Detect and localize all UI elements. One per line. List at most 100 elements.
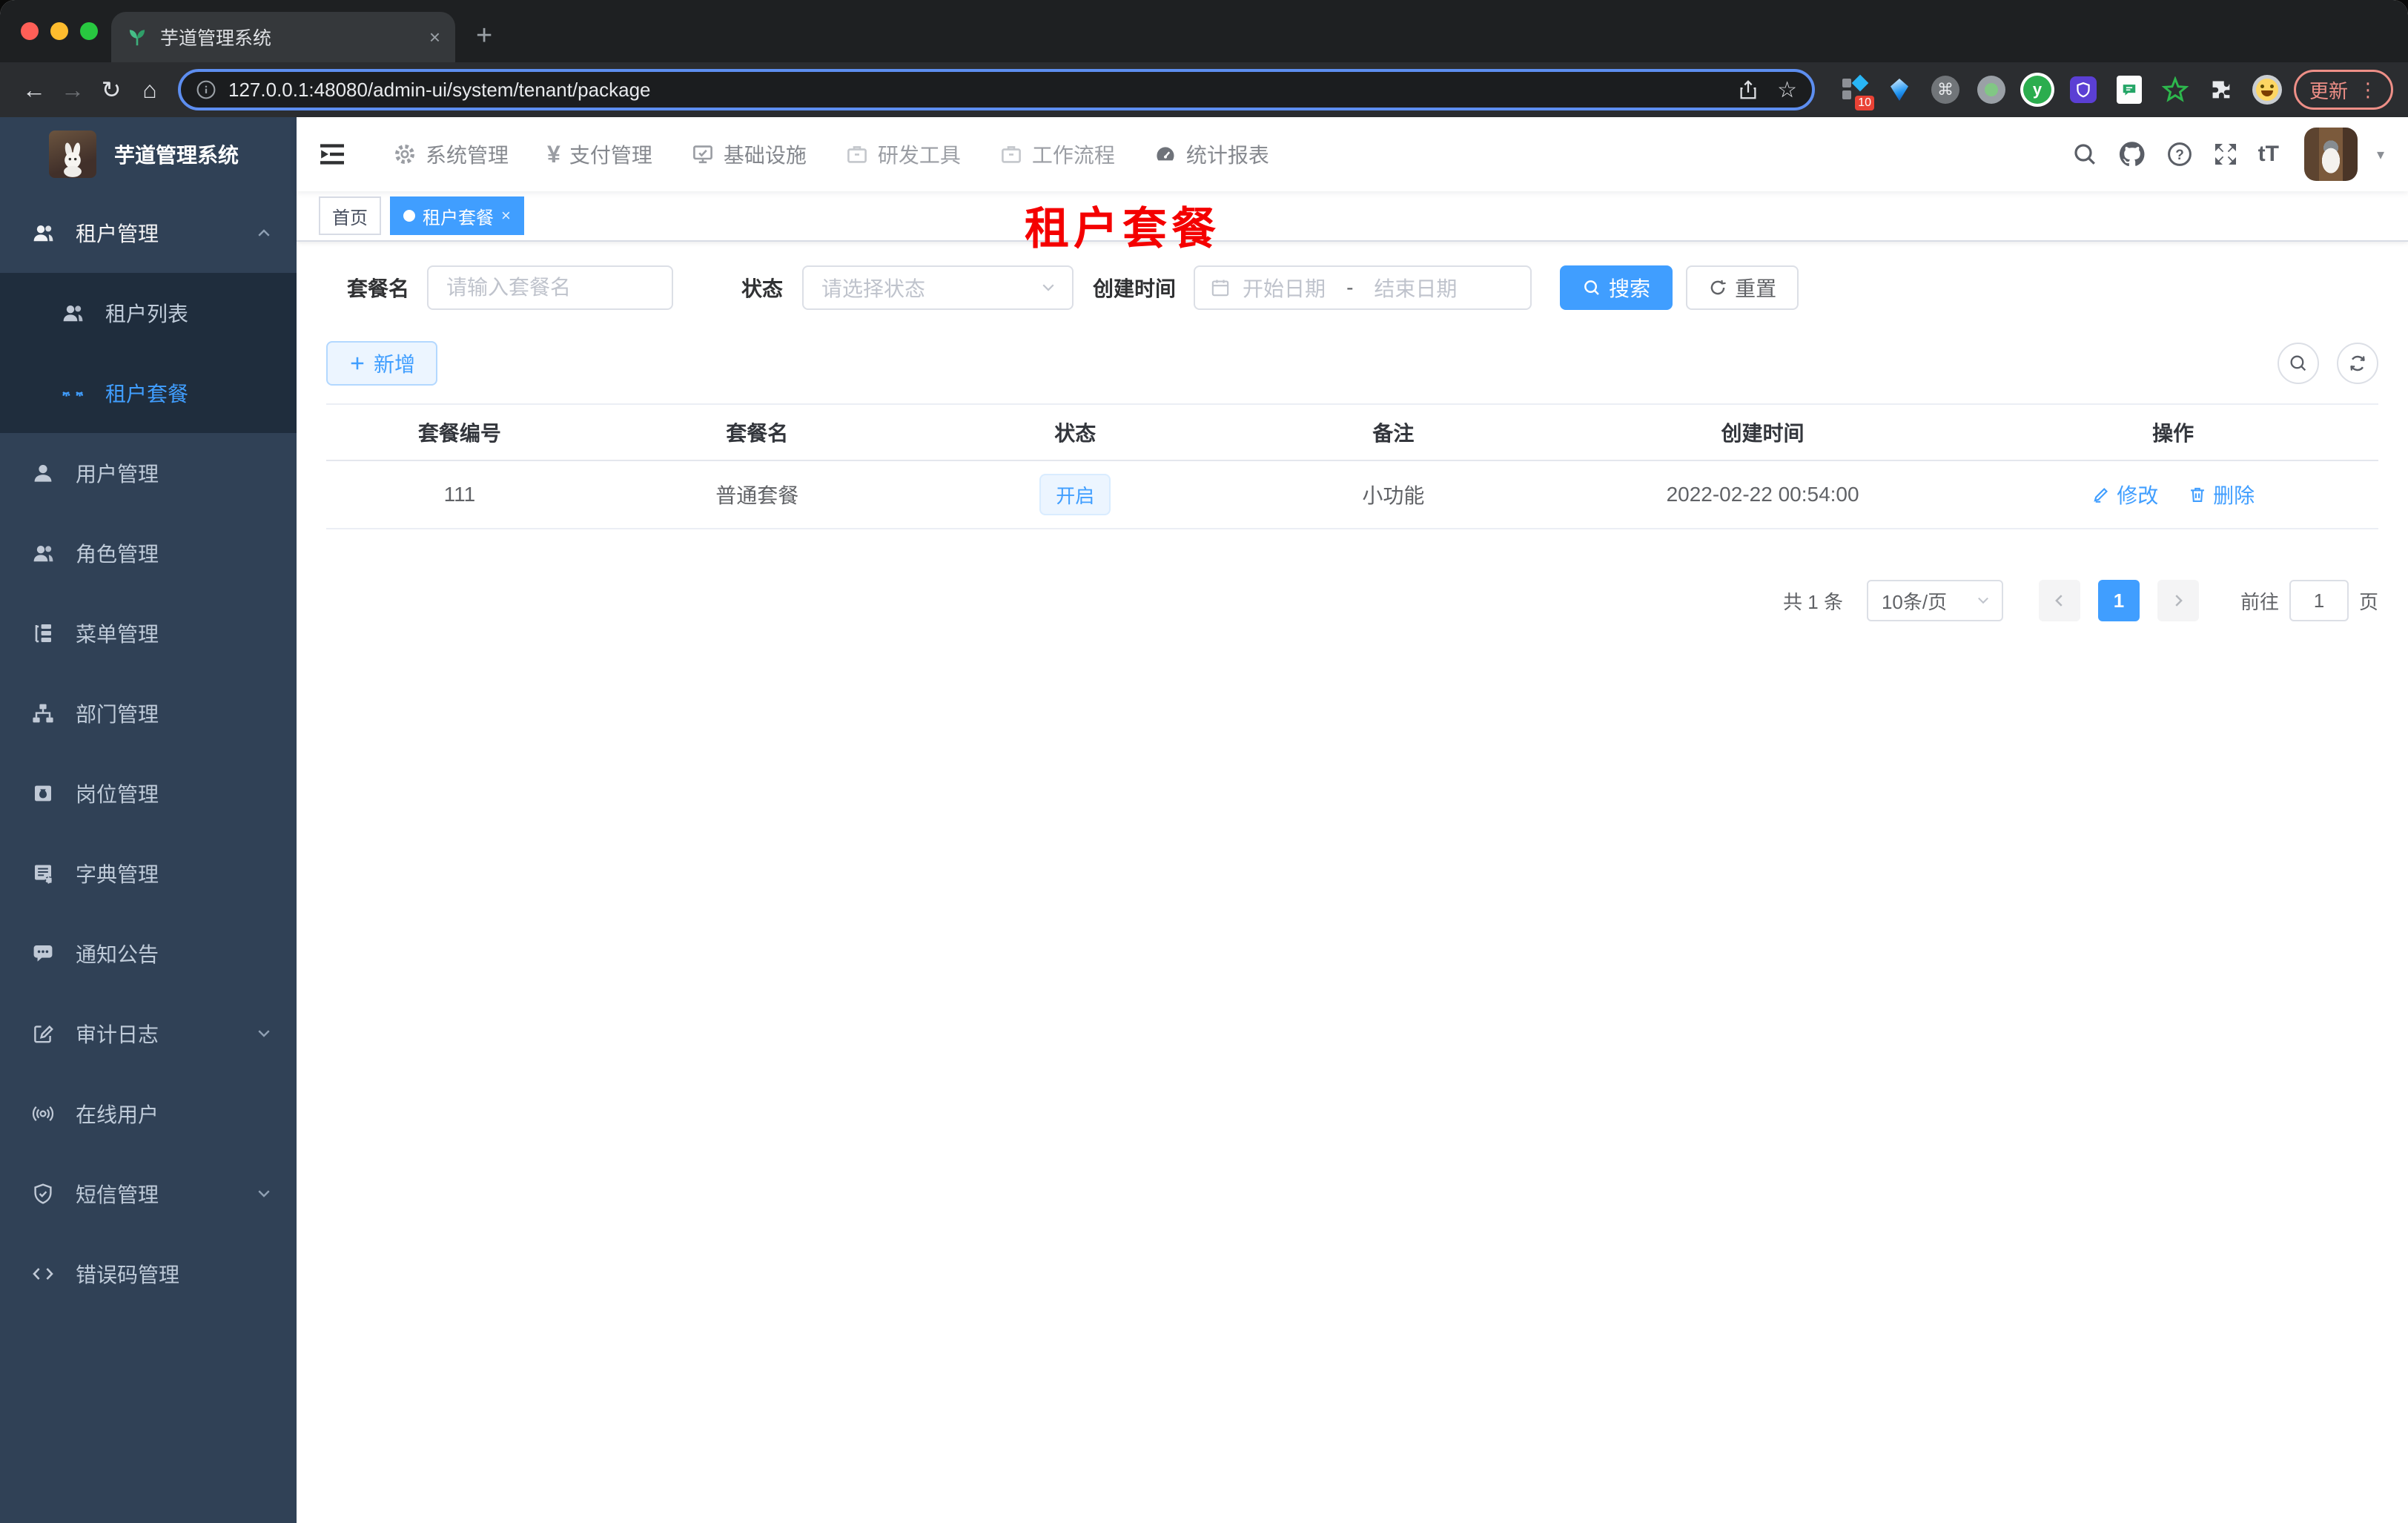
date-end-placeholder[interactable]: 结束日期 xyxy=(1374,273,1457,303)
date-start-placeholder[interactable]: 开始日期 xyxy=(1243,273,1326,303)
sidebar-item-tenant-management[interactable]: 租户管理 xyxy=(0,193,297,273)
extension-shield-icon[interactable] xyxy=(2068,75,2098,105)
sidebar-item-user-management[interactable]: 用户管理 xyxy=(0,433,297,513)
back-button[interactable]: ← xyxy=(15,76,53,104)
sidebar-item-notice[interactable]: 通知公告 xyxy=(0,914,297,994)
add-button[interactable]: 新增 xyxy=(326,341,438,386)
status-badge: 开启 xyxy=(1039,474,1111,515)
collapse-sidebar-icon[interactable] xyxy=(317,139,347,169)
topnav-item-infra[interactable]: 基础设施 xyxy=(672,117,826,191)
chrome-menu-icon[interactable]: ⋮ xyxy=(2358,79,2378,102)
user-avatar[interactable] xyxy=(2303,128,2358,181)
col-header: 操作 xyxy=(1968,403,2378,461)
extension-grid-icon[interactable]: 10 xyxy=(1839,74,1874,110)
profile-emoji-icon[interactable] xyxy=(2252,75,2282,105)
chrome-update-button[interactable]: 更新 ⋮ xyxy=(2293,70,2393,110)
url-bar[interactable]: 127.0.0.1:48080/admin-ui/system/tenant/p… xyxy=(178,69,1815,110)
tag-tenant-package[interactable]: 租户套餐 × xyxy=(390,196,524,235)
new-tab-button[interactable]: + xyxy=(476,20,492,52)
extension-gem-icon[interactable] xyxy=(1885,75,1914,105)
minimize-window-button[interactable] xyxy=(50,22,68,40)
edit-link[interactable]: 修改 xyxy=(2091,480,2158,509)
topnav-item-payment[interactable]: ¥ 支付管理 xyxy=(528,117,672,191)
extension-dot-icon[interactable] xyxy=(1977,75,2006,105)
help-icon[interactable]: ? xyxy=(2166,141,2193,168)
home-button[interactable]: ⌂ xyxy=(130,76,169,104)
sidebar-item-tenant-list[interactable]: 租户列表 xyxy=(0,273,297,353)
search-icon[interactable] xyxy=(2071,141,2098,168)
next-page-button[interactable] xyxy=(2157,580,2199,621)
update-label: 更新 xyxy=(2309,79,2348,102)
search-icon xyxy=(2290,355,2306,371)
github-icon[interactable] xyxy=(2117,139,2147,169)
extension-command-icon[interactable]: ⌘ xyxy=(1931,75,1960,105)
package-name-input[interactable] xyxy=(427,265,674,310)
sidebar-item-online-users[interactable]: 在线用户 xyxy=(0,1074,297,1154)
sidebar: 芋道管理系统 租户管理 租户列表 租户套餐 用户管理 角色管理 菜单管理 部门管… xyxy=(0,117,297,1523)
date-range-picker[interactable]: 开始日期 - 结束日期 xyxy=(1194,265,1532,310)
edit-label: 修改 xyxy=(2117,484,2159,507)
status-select[interactable]: 请选择状态 xyxy=(802,265,1074,310)
table-row[interactable]: 111 普通套餐 开启 小功能 2022-02-22 00:54:00 修改 删… xyxy=(326,460,2378,529)
people-icon xyxy=(31,541,55,565)
cell-created-at: 2022-02-22 00:54:00 xyxy=(1557,460,1968,529)
topnav-item-system[interactable]: 系统管理 xyxy=(374,117,528,191)
refresh-table-button[interactable] xyxy=(2337,343,2378,384)
topnav-label: 系统管理 xyxy=(426,144,509,167)
sidebar-item-error-code[interactable]: 错误码管理 xyxy=(0,1234,297,1314)
toolbox-icon xyxy=(845,142,869,166)
tag-close-icon[interactable]: × xyxy=(501,206,511,225)
extension-badge: 10 xyxy=(1855,96,1874,110)
macos-traffic-lights[interactable] xyxy=(21,22,98,40)
goto-page-input[interactable] xyxy=(2289,580,2349,621)
favicon-sprout-icon xyxy=(126,26,148,48)
zoom-window-button[interactable] xyxy=(80,22,98,40)
url-text[interactable]: 127.0.0.1:48080/admin-ui/system/tenant/p… xyxy=(228,79,1725,102)
fullscreen-icon[interactable] xyxy=(2212,141,2239,168)
sidebar-item-post-management[interactable]: 岗位管理 xyxy=(0,753,297,833)
extension-y-icon[interactable]: y xyxy=(2022,75,2052,105)
extension-chat-icon[interactable] xyxy=(2114,75,2144,105)
chevron-down-icon xyxy=(1042,284,1054,291)
active-dot xyxy=(403,210,415,222)
sidebar-item-tenant-package[interactable]: 租户套餐 xyxy=(0,353,297,433)
edit-note-icon xyxy=(31,1022,55,1045)
col-header: 备注 xyxy=(1228,403,1558,461)
share-icon[interactable] xyxy=(1737,79,1759,101)
search-button[interactable]: 搜索 xyxy=(1560,265,1673,310)
topnav-item-workflow[interactable]: 工作流程 xyxy=(980,117,1134,191)
sidebar-item-role-management[interactable]: 角色管理 xyxy=(0,513,297,593)
sidebar-item-label: 菜单管理 xyxy=(76,623,159,646)
page-content: 套餐名 状态 请选择状态 创建时间 开始日期 - 结束日期 xyxy=(297,242,2408,1523)
tab-close-icon[interactable]: × xyxy=(429,26,440,49)
sidebar-item-sms-management[interactable]: 短信管理 xyxy=(0,1154,297,1234)
col-header: 创建时间 xyxy=(1557,403,1968,461)
chevron-right-icon xyxy=(2175,595,2183,607)
current-page-button[interactable]: 1 xyxy=(2097,580,2140,621)
reset-button[interactable]: 重置 xyxy=(1686,265,1799,310)
font-size-icon[interactable]: tT xyxy=(2258,142,2279,167)
topnav-item-devtools[interactable]: 研发工具 xyxy=(826,117,980,191)
tag-home[interactable]: 首页 xyxy=(319,196,381,235)
sidebar-item-audit-log[interactable]: 审计日志 xyxy=(0,994,297,1074)
browser-tab[interactable]: 芋道管理系统 × xyxy=(111,12,455,62)
sidebar-item-dict-management[interactable]: 字典管理 xyxy=(0,833,297,914)
close-window-button[interactable] xyxy=(21,22,39,40)
sidebar-item-dept-management[interactable]: 部门管理 xyxy=(0,673,297,753)
sidebar-item-menu-management[interactable]: 菜单管理 xyxy=(0,593,297,673)
page-size-select[interactable]: 10条/页 xyxy=(1866,580,2003,621)
reload-button[interactable]: ↻ xyxy=(92,76,130,104)
forward-button[interactable]: → xyxy=(53,76,92,104)
delete-link[interactable]: 删除 xyxy=(2188,480,2255,509)
extension-puzzle-icon[interactable] xyxy=(2206,75,2236,105)
extension-star-icon[interactable] xyxy=(2160,75,2190,105)
caret-down-icon[interactable]: ▾ xyxy=(2377,145,2384,164)
sidebar-logo[interactable]: 芋道管理系统 xyxy=(0,117,297,191)
toggle-search-button[interactable] xyxy=(2278,343,2319,384)
topnav-item-report[interactable]: 统计报表 xyxy=(1134,117,1289,191)
bookmark-star-icon[interactable]: ☆ xyxy=(1777,77,1797,103)
top-navbar: 系统管理 ¥ 支付管理 基础设施 研发工具 工作流程 统计报表 ? tT ▾ xyxy=(297,117,2408,191)
sidebar-item-label: 在线用户 xyxy=(76,1103,159,1126)
site-info-icon[interactable] xyxy=(196,79,216,100)
prev-page-button[interactable] xyxy=(2038,580,2080,621)
